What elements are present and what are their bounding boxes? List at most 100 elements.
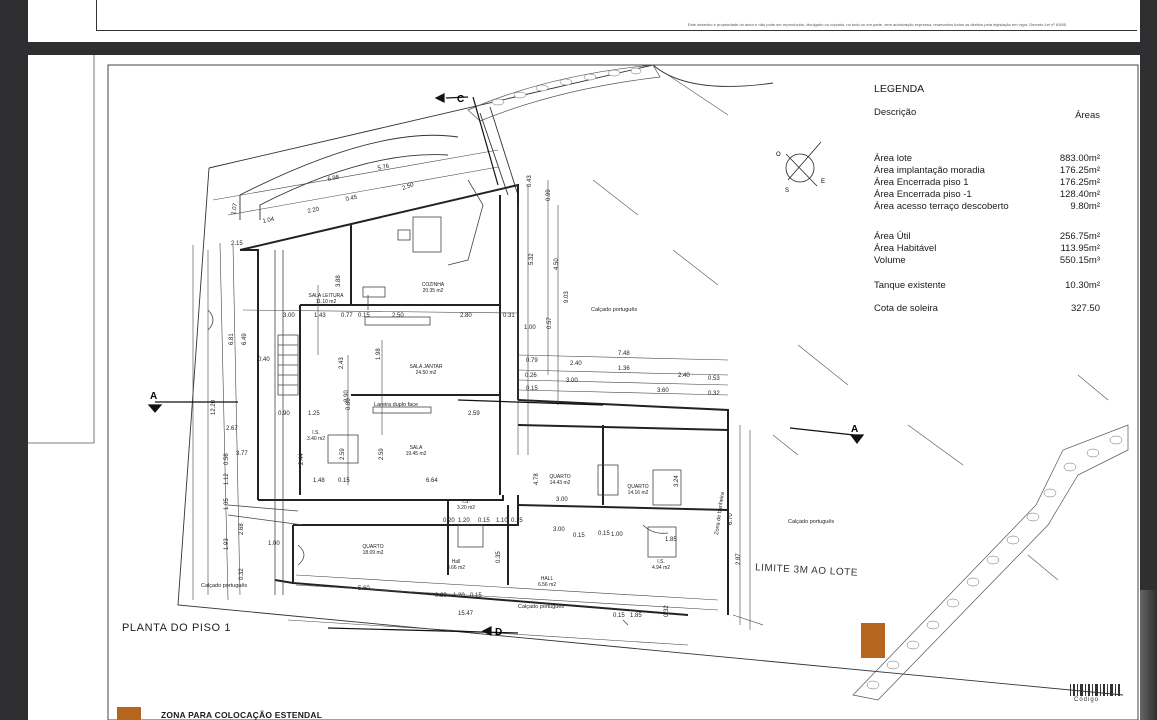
legend-row: Volume 550.15m³ xyxy=(874,255,1100,267)
legend-value: 327.50 xyxy=(1070,303,1100,314)
section-d: D xyxy=(495,627,502,638)
dimension-label: 9.03 xyxy=(564,291,570,303)
legend-label: Área implantação moradia xyxy=(874,165,985,176)
dimension-label: 1.93 xyxy=(224,538,230,550)
dimension-label: 3.00 xyxy=(283,313,295,319)
dimension-label: 6.64 xyxy=(426,478,438,484)
dimension-label: 2.87 xyxy=(736,553,742,565)
dimension-label: 0.99 xyxy=(546,189,552,201)
dimension-label: 3.88 xyxy=(336,275,342,287)
dimension-label: 2.59 xyxy=(379,448,385,460)
dimension-label: 4.50 xyxy=(554,258,560,270)
dimension-label: 0.31 xyxy=(503,313,515,319)
dimension-label: 1.43 xyxy=(314,313,326,319)
room-area: 18.09 m2 xyxy=(363,550,384,556)
legend-value: 256.75m² xyxy=(1059,231,1100,242)
fireplace-note: Lareira duplo face xyxy=(374,402,418,408)
legend-row: Área Encerrada piso -1 128.40m² xyxy=(874,189,1100,201)
dimension-label: 5.76 xyxy=(377,164,390,172)
dimension-label: 0.15 xyxy=(338,478,350,484)
legend-value: 9.80m² xyxy=(1070,201,1100,212)
legend-label: Área Útil xyxy=(874,231,911,242)
pavement-note: Calçado português xyxy=(201,583,247,589)
dimension-label: 0.26 xyxy=(525,373,537,379)
bathtub-zone-note: Zona de banheira xyxy=(714,491,726,535)
dimension-label: 3.00 xyxy=(556,497,568,503)
legend-label: Volume xyxy=(874,255,906,266)
dimension-label: 2.40 xyxy=(570,361,582,367)
legend-value: 128.40m² xyxy=(1059,189,1100,200)
dimension-label: 1.00 xyxy=(611,532,623,538)
dimension-label: 6.49 xyxy=(242,333,248,345)
dimension-label: 2.40 xyxy=(678,373,690,379)
dimension-label: 1.12 xyxy=(224,473,230,485)
legend-header-areas: Áreas xyxy=(1075,110,1100,121)
dimension-label: 0.43 xyxy=(527,175,533,187)
dimension-label: 0.56 xyxy=(224,453,230,465)
dimension-label: 0.40 xyxy=(258,357,270,363)
dimension-label: 2.80 xyxy=(460,313,472,319)
room-area: 14.43 m2 xyxy=(550,480,571,486)
legend-label: Área lote xyxy=(874,153,913,164)
viewer-edge xyxy=(1140,590,1157,720)
zone-marker-swatch xyxy=(861,623,885,658)
room-area: 3.20 m2 xyxy=(457,505,475,511)
zone-legend-title: ZONA PARA COLOCAÇÃO ESTENDAL xyxy=(161,710,323,720)
dimension-label: 0.15 xyxy=(613,613,625,619)
room-area: 14.16 m2 xyxy=(628,490,649,496)
dimension-label: 1.85 xyxy=(665,537,677,543)
dimension-label: 6.70 xyxy=(728,513,734,525)
dimension-label: 2.44 xyxy=(299,453,305,465)
dimension-label: 5.32 xyxy=(529,253,535,265)
dimension-label: 1.36 xyxy=(618,366,630,372)
dimension-label: 1.20 xyxy=(458,518,470,524)
dimension-label: 0.90 xyxy=(278,411,290,417)
room-area: 3.40 m2 xyxy=(307,436,325,442)
dimension-label: 0.77 xyxy=(341,313,353,319)
dimension-label: 2.67 xyxy=(226,426,238,432)
compass-o-label: O xyxy=(776,152,781,158)
room-area: 11.10 m2 xyxy=(316,299,337,305)
dimension-label: 0.15 xyxy=(478,518,490,524)
previous-page-sheet: Este desenho é propriedade do autor e nã… xyxy=(28,0,1140,42)
dimension-label: 0.53 xyxy=(708,376,720,382)
dimension-label: 1.25 xyxy=(308,411,320,417)
dimension-label: 0.20 xyxy=(435,593,447,599)
room-area: 6.56 m2 xyxy=(538,582,556,588)
dimension-label: 0.15 xyxy=(573,533,585,539)
room-area: 19.45 m2 xyxy=(406,451,427,457)
pavement-note: Calçado português xyxy=(518,604,564,610)
dimension-label: 1.85 xyxy=(630,613,642,619)
code-label: Código xyxy=(1074,697,1100,703)
legend-value: 113.95m² xyxy=(1060,243,1100,254)
legend-row: Área acesso terraço descoberto 9.80m² xyxy=(874,201,1100,213)
dimension-label: 12.20 xyxy=(211,399,217,415)
legend-label: Tanque existente xyxy=(874,280,946,291)
dimension-label: 6.98 xyxy=(327,175,340,183)
dimension-label: 3.77 xyxy=(236,451,248,457)
legend-header-description: Descrição xyxy=(874,107,917,118)
dimension-label: 0.57 xyxy=(547,317,553,329)
dimension-label: 4.78 xyxy=(534,473,540,485)
dimension-label: 0.15 xyxy=(358,313,370,319)
legend-row: Área Encerrada piso 1 176.25m² xyxy=(874,177,1100,189)
legend-row: Área implantação moradia 176.25m² xyxy=(874,165,1100,177)
dimension-label: 1.04 xyxy=(262,217,275,225)
dimension-label: 2.15 xyxy=(231,241,243,247)
dimension-label: 0.80 xyxy=(346,398,352,410)
dimension-label: 0.15 xyxy=(511,518,523,524)
legend-value: 883.00m² xyxy=(1059,153,1100,164)
pavement-note: Calçado português xyxy=(788,519,834,525)
legend-value: 176.25m² xyxy=(1059,177,1100,188)
dimension-label: 2.59 xyxy=(340,448,346,460)
dimension-label: 1.00 xyxy=(524,325,536,331)
room-area: 4.94 m2 xyxy=(652,565,670,571)
dimension-label: 0.15 xyxy=(598,531,610,537)
legend-label: Área Habitável xyxy=(874,243,937,254)
legend-value: 176.25m² xyxy=(1059,165,1100,176)
legend-row: Área lote 883.00m² xyxy=(874,153,1100,165)
dimension-label: 2.43 xyxy=(339,357,345,369)
pavement-note: Calçado português xyxy=(591,307,637,313)
dimension-label: 0.32 xyxy=(239,568,245,580)
dimension-label: 1.05 xyxy=(224,498,230,510)
